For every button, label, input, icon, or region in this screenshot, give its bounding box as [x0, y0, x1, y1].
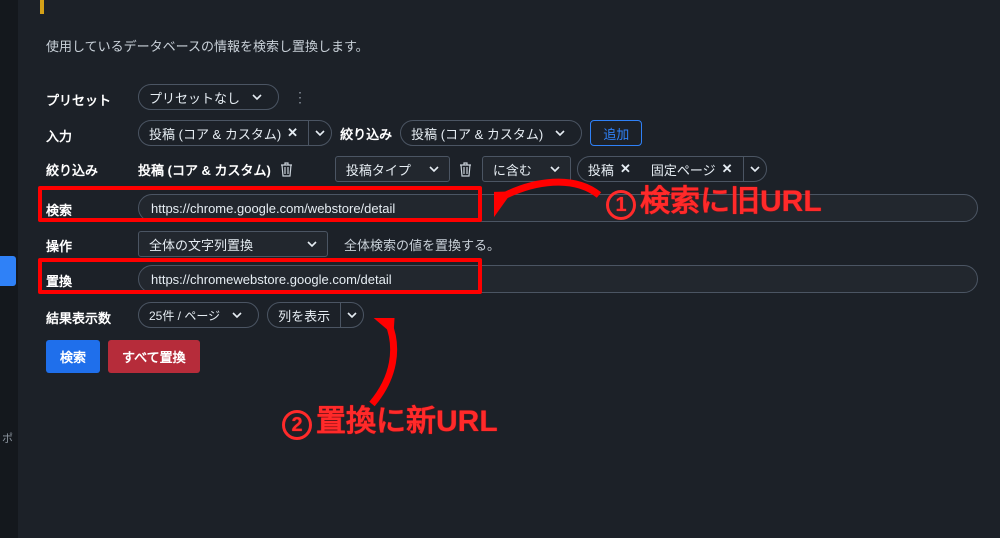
- replace-all-button[interactable]: すべて置換: [108, 340, 200, 373]
- input-filter-value: 投稿 (コア & カスタム): [411, 124, 543, 143]
- label-search: 検索: [46, 200, 130, 219]
- page-description: 使用しているデータベースの情報を検索し置換します。: [46, 36, 369, 55]
- label-results: 結果表示数: [46, 308, 130, 327]
- results-per-page-select[interactable]: 25件 / ページ: [138, 302, 259, 328]
- label-preset: プリセット: [46, 90, 130, 109]
- label-filter: 絞り込み: [46, 160, 130, 179]
- chevron-down-icon: [544, 156, 566, 182]
- results-per-page-value: 25件 / ページ: [149, 307, 220, 324]
- chevron-down-icon: [246, 84, 268, 110]
- annotation-arrow-2: [364, 318, 424, 408]
- chevron-down-icon: [301, 231, 323, 257]
- add-button[interactable]: 追加: [590, 120, 642, 146]
- contains-select[interactable]: に含む: [482, 156, 571, 182]
- preset-more-icon[interactable]: [287, 89, 314, 106]
- label-replace: 置換: [46, 271, 130, 290]
- close-icon[interactable]: ✕: [287, 125, 298, 141]
- columns-select-group: 列を表示: [267, 302, 364, 328]
- post-type-select[interactable]: 投稿タイプ: [335, 156, 450, 182]
- annotation-1-number: 1: [606, 190, 636, 220]
- annotation-1-label: 検索に旧URL: [640, 185, 822, 218]
- operation-help: 全体検索の値を置換する。: [344, 235, 500, 254]
- input-filter-label: 絞り込み: [340, 124, 392, 143]
- annotation-2-number: 2: [282, 410, 312, 440]
- close-icon[interactable]: ✕: [620, 161, 631, 177]
- chevron-down-icon: [549, 120, 571, 146]
- annotation-text-2: 2置換に新URL: [282, 396, 498, 440]
- columns-text: 列を表示: [278, 306, 330, 325]
- sidebar-stub: ポ: [0, 0, 18, 538]
- replace-input[interactable]: [138, 265, 978, 293]
- chevron-down-icon: [423, 156, 445, 182]
- chevron-down-icon[interactable]: [341, 303, 363, 327]
- preset-select[interactable]: プリセットなし: [138, 84, 279, 110]
- sidebar-label: ポ: [2, 430, 13, 446]
- chevron-down-icon[interactable]: [309, 121, 331, 145]
- label-operation: 操作: [46, 236, 130, 255]
- filter-item-text: 投稿 (コア & カスタム): [138, 160, 271, 179]
- post-type-text: 投稿タイプ: [346, 160, 411, 179]
- annotation-text-1: 1検索に旧URL: [606, 176, 822, 220]
- trash-icon[interactable]: [456, 156, 476, 182]
- trash-icon[interactable]: [277, 156, 297, 182]
- chevron-down-icon: [226, 302, 248, 328]
- operation-value: 全体の文字列置換: [149, 235, 253, 254]
- notice-bar: [40, 0, 980, 14]
- operation-select[interactable]: 全体の文字列置換: [138, 231, 328, 257]
- label-input: 入力: [46, 126, 130, 145]
- preset-value: プリセットなし: [149, 88, 240, 107]
- search-input[interactable]: [138, 194, 978, 222]
- columns-label[interactable]: 列を表示: [268, 303, 340, 327]
- input-value: 投稿 (コア & カスタム): [149, 124, 281, 143]
- sidebar-active-tab[interactable]: [0, 256, 16, 286]
- input-select-group: 投稿 (コア & カスタム) ✕: [138, 120, 332, 146]
- annotation-2-label: 置換に新URL: [316, 405, 498, 438]
- close-icon[interactable]: ✕: [722, 161, 733, 177]
- contains-text: に含む: [493, 160, 532, 179]
- input-chip[interactable]: 投稿 (コア & カスタム) ✕: [139, 121, 308, 145]
- input-filter-select[interactable]: 投稿 (コア & カスタム): [400, 120, 582, 146]
- search-button[interactable]: 検索: [46, 340, 100, 373]
